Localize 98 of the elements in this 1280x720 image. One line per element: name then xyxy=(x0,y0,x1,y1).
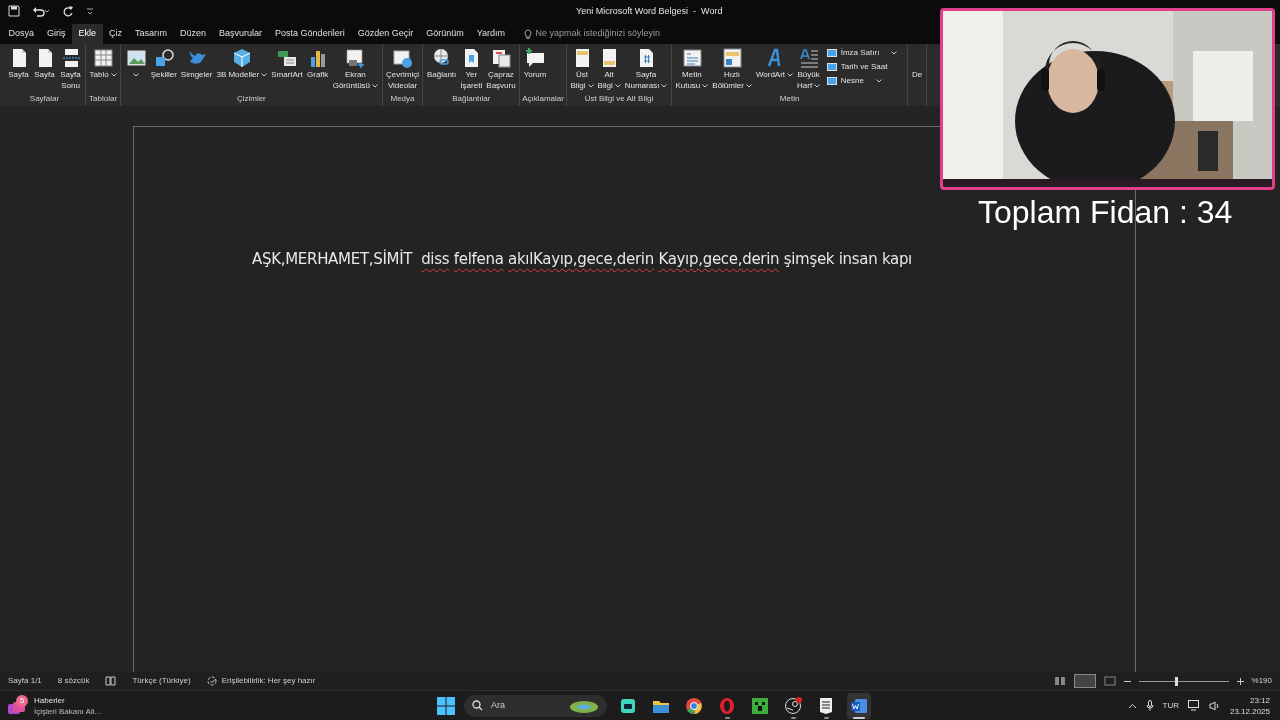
accessibility-icon[interactable] xyxy=(206,676,218,686)
ribbon-button[interactable]: Yorum xyxy=(522,47,548,80)
chevron-up-icon[interactable] xyxy=(1127,702,1137,709)
landscape-icon xyxy=(569,698,599,713)
start-icon[interactable] xyxy=(437,696,455,715)
microphone-icon[interactable] xyxy=(1145,700,1154,711)
ribbon-button[interactable]: De xyxy=(910,47,924,80)
ribbon-button[interactable]: Alt Bilgi xyxy=(596,47,623,91)
read-mode-icon[interactable] xyxy=(1053,676,1066,686)
ribbon-button[interactable]: Hızlı Bölümler xyxy=(710,47,754,91)
ribbon-button[interactable]: Sayfa xyxy=(6,47,31,80)
ribbon-button[interactable]: Şekiller xyxy=(149,47,179,80)
ribbon-button[interactable]: Bağlantı xyxy=(425,47,458,80)
zoom-level[interactable]: %190 xyxy=(1251,675,1272,687)
ribbon-tab[interactable]: Yardım xyxy=(470,24,512,44)
window-title: Yeni Microsoft Word Belgesi - Word xyxy=(576,5,723,18)
print-layout-button[interactable] xyxy=(1073,674,1096,688)
ribbon-button[interactable]: Simgeler xyxy=(179,47,214,80)
monitor-icon[interactable] xyxy=(1187,700,1200,711)
creeper-icon xyxy=(751,696,769,715)
ribbon-button[interactable]: Üst Bilgi xyxy=(568,47,596,91)
ribbon-button[interactable]: Çevrimiçi Videolar xyxy=(384,47,421,91)
ribbon-button[interactable]: Sayfa Numarası xyxy=(623,47,669,91)
ribbon-button[interactable]: Grafik xyxy=(305,47,331,80)
ribbon-button[interactable]: Sayfa Sonu xyxy=(58,47,83,91)
image-icon xyxy=(124,47,147,69)
ribbon-button[interactable]: Yer İşareti xyxy=(458,47,484,91)
redo-icon[interactable] xyxy=(62,5,74,17)
save-icon[interactable] xyxy=(8,5,20,17)
ribbon-button[interactable]: Büyük Harf xyxy=(795,47,822,91)
quick-parts-icon xyxy=(721,47,744,69)
comment-icon xyxy=(524,47,547,69)
ribbon-tab[interactable]: Posta Gönderileri xyxy=(268,24,352,44)
undo-icon[interactable] xyxy=(32,5,50,17)
epic-icon xyxy=(817,696,835,715)
search-icon xyxy=(472,700,483,711)
small-icon xyxy=(826,63,837,71)
widget-headline[interactable]: İçişleri Bakanı Ali... xyxy=(34,705,102,717)
group-label: Üst Bilgi ve Alt Bilgi xyxy=(583,93,655,105)
small-icon xyxy=(826,77,837,85)
word-count[interactable]: 8 sözcük xyxy=(57,675,90,687)
ribbon-small-button[interactable]: Tarih ve Saat xyxy=(826,61,906,73)
keyboard-language[interactable]: TUR xyxy=(1162,699,1179,712)
ribbon-tab[interactable]: Gözden Geçir xyxy=(351,24,420,44)
small-icon xyxy=(826,49,837,57)
lightbulb-icon xyxy=(523,28,532,40)
text-box-icon xyxy=(680,47,703,69)
ribbon-tab[interactable]: Düzen xyxy=(173,24,213,44)
ribbon-tab[interactable]: Ekle xyxy=(72,24,103,44)
group-label: Açıklamalar xyxy=(522,93,564,105)
chat-app-icon xyxy=(619,696,637,715)
ribbon-tab[interactable]: Çiz xyxy=(102,24,129,44)
book-icon[interactable] xyxy=(105,676,117,686)
ribbon-small-button[interactable]: Nesne xyxy=(826,75,906,87)
opera-icon xyxy=(718,696,736,715)
document-text[interactable]: AŞK,MERHAMET,SİMİT diss felfena akılKayıp,gece,derin Kayıp,gece,derin şimşek insan kapı xyxy=(252,248,912,271)
video-icon xyxy=(391,47,414,69)
notification-badge: 5 xyxy=(16,694,28,707)
search-hint[interactable]: Ne yapmak istediğinizi söyleyin xyxy=(535,27,661,41)
ribbon-button[interactable]: Metin Kutusu xyxy=(673,47,710,91)
ribbon-tab[interactable]: Dosya xyxy=(2,24,41,44)
ribbon-tab[interactable]: Giriş xyxy=(40,24,72,44)
speaker-icon[interactable] xyxy=(1208,700,1221,711)
ribbon-tab[interactable]: Başvurular xyxy=(212,24,269,44)
widget-title[interactable]: Haberler xyxy=(34,694,102,706)
ribbon-button[interactable]: SmartArt xyxy=(269,47,305,80)
group-label: Tablolar xyxy=(88,93,119,105)
group-label: Metin xyxy=(778,93,801,105)
customize-icon[interactable] xyxy=(86,6,94,16)
ribbon-button[interactable]: 3B Modeller xyxy=(214,47,269,80)
screenshot-icon xyxy=(344,47,367,69)
search-field[interactable]: Ara xyxy=(464,694,607,717)
ribbon-button[interactable]: Tablo xyxy=(88,47,119,80)
ribbon-button[interactable]: Çapraz Başvuru xyxy=(484,47,518,91)
ribbon-small-button[interactable]: İmza Satırı xyxy=(826,47,906,59)
clock[interactable]: 23:12 23.12.2025 xyxy=(1229,694,1270,717)
chrome-icon xyxy=(685,696,703,715)
page-count[interactable]: Sayfa 1/1 xyxy=(8,675,42,687)
zoom-in-icon[interactable] xyxy=(1236,677,1244,685)
group-label: Sayfalar xyxy=(28,93,61,105)
web-layout-icon[interactable] xyxy=(1103,676,1116,686)
language-status[interactable]: Türkçe (Türkiye) xyxy=(132,675,191,687)
group-label: Çizimler xyxy=(235,93,267,105)
steam-icon xyxy=(784,696,802,715)
group-label: Bağlantılar xyxy=(451,93,492,105)
group-label: Medya xyxy=(389,93,416,105)
accessibility-status[interactable]: Erişilebilirlik: Her şey hazır xyxy=(221,675,316,687)
ribbon-tab[interactable]: Görünüm xyxy=(419,24,471,44)
ribbon-button[interactable]: Ekran Görüntüsü xyxy=(331,47,380,91)
ribbon-button[interactable]: WordArt xyxy=(754,47,795,80)
word-icon xyxy=(850,696,868,715)
zoom-thumb[interactable] xyxy=(1174,676,1178,686)
taskbar-app[interactable] xyxy=(847,692,871,719)
ribbon-button[interactable]: Sayfa xyxy=(32,47,57,80)
ribbon-tab[interactable]: Tasarım xyxy=(128,24,174,44)
drop-cap-icon xyxy=(797,47,820,69)
counter-text: Toplam Fidan : 34 xyxy=(978,193,1233,231)
table-icon xyxy=(92,47,115,69)
